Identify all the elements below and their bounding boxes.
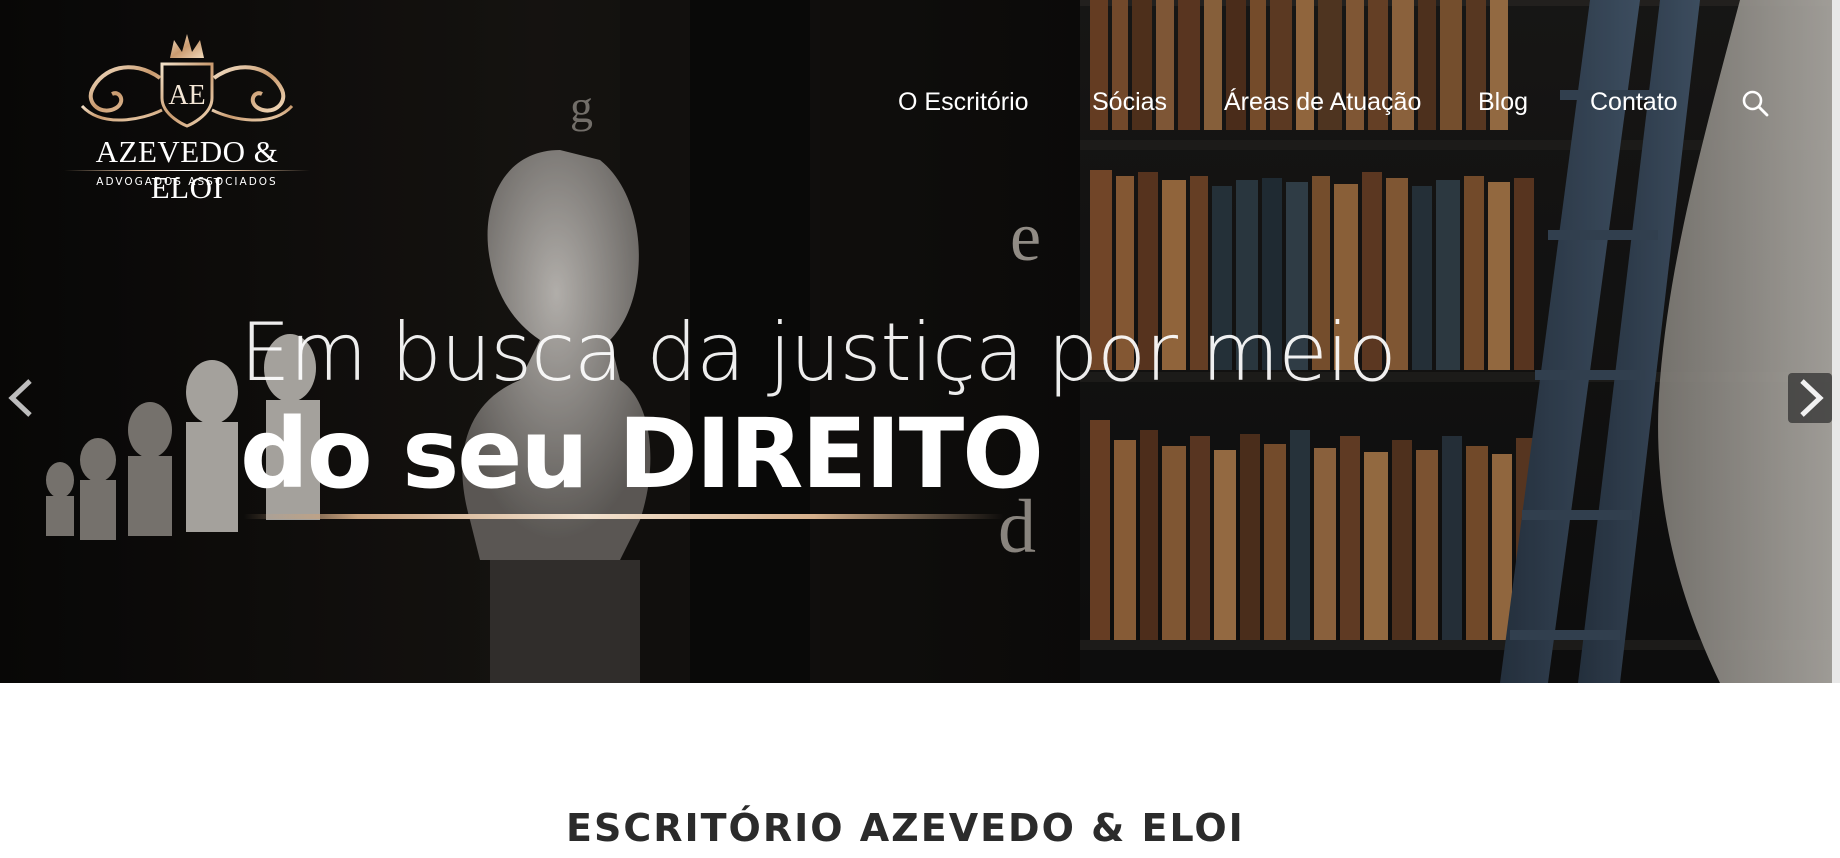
nav-item-escritorio[interactable]: O Escritório: [898, 88, 1029, 117]
brand-logo[interactable]: AE AZEVEDO & ELOI ADVOGADOS ASSOCIADOS: [62, 18, 312, 205]
svg-text:AE: AE: [168, 80, 205, 111]
brand-tagline: ADVOGADOS ASSOCIADOS: [96, 176, 278, 188]
page-scrollbar[interactable]: [1832, 0, 1840, 683]
brand-divider: [64, 170, 310, 171]
chevron-left-icon: [8, 379, 32, 417]
search-icon[interactable]: [1741, 89, 1769, 117]
nav-item-blog[interactable]: Blog: [1478, 88, 1528, 117]
headline-divider: [244, 514, 1004, 519]
nav-item-socias[interactable]: Sócias: [1092, 88, 1167, 117]
section-title: ESCRITÓRIO AZEVEDO & ELOI: [566, 806, 1245, 850]
svg-text:g: g: [570, 81, 593, 132]
hero-headline-line1: Em busca da justiça por meio: [240, 306, 1397, 399]
crest-icon: AE: [80, 34, 294, 128]
carousel-prev-button[interactable]: [4, 377, 38, 419]
carousel-next-button[interactable]: [1788, 373, 1832, 423]
chevron-right-icon: [1800, 379, 1824, 417]
hero-headline-line2: do seu DIREITO: [240, 398, 1044, 510]
svg-text:e: e: [1010, 199, 1041, 276]
nav-item-areas-de-atuacao[interactable]: Áreas de Atuação: [1224, 88, 1421, 117]
nav-item-contato[interactable]: Contato: [1590, 88, 1678, 117]
